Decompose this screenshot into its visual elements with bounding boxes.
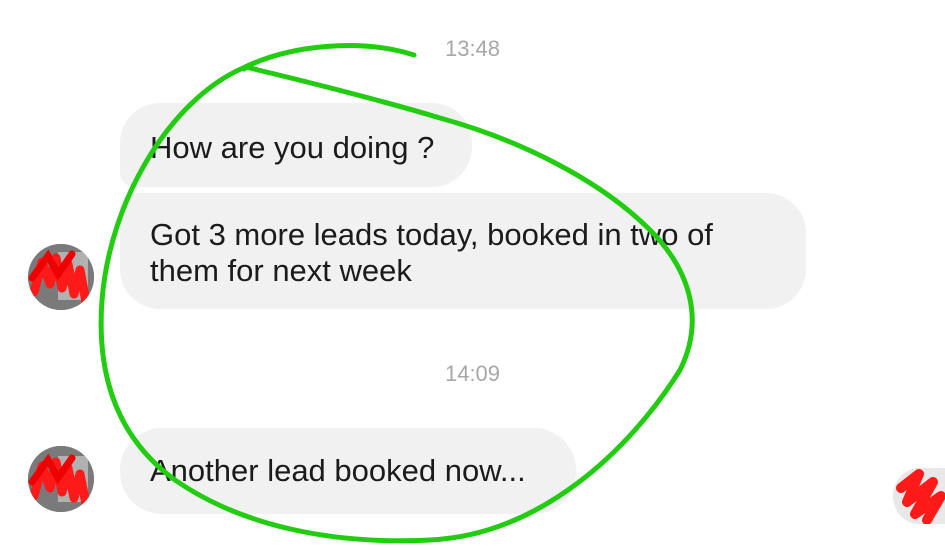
timestamp: 14:09	[444, 361, 501, 386]
redacted-avatar-icon	[28, 244, 94, 310]
message-bubble[interactable]: Got 3 more leads today, booked in two of…	[120, 193, 806, 309]
message-bubble[interactable]: How are you doing ?	[120, 103, 472, 187]
message-bubble[interactable]: Another lead booked now...	[120, 428, 576, 514]
sender-avatar[interactable]	[28, 244, 94, 310]
seen-avatar	[893, 468, 945, 524]
sender-avatar[interactable]	[28, 446, 94, 512]
redacted-avatar-icon	[896, 469, 945, 524]
redacted-avatar-icon	[28, 446, 94, 512]
timestamp: 13:48	[444, 36, 501, 61]
